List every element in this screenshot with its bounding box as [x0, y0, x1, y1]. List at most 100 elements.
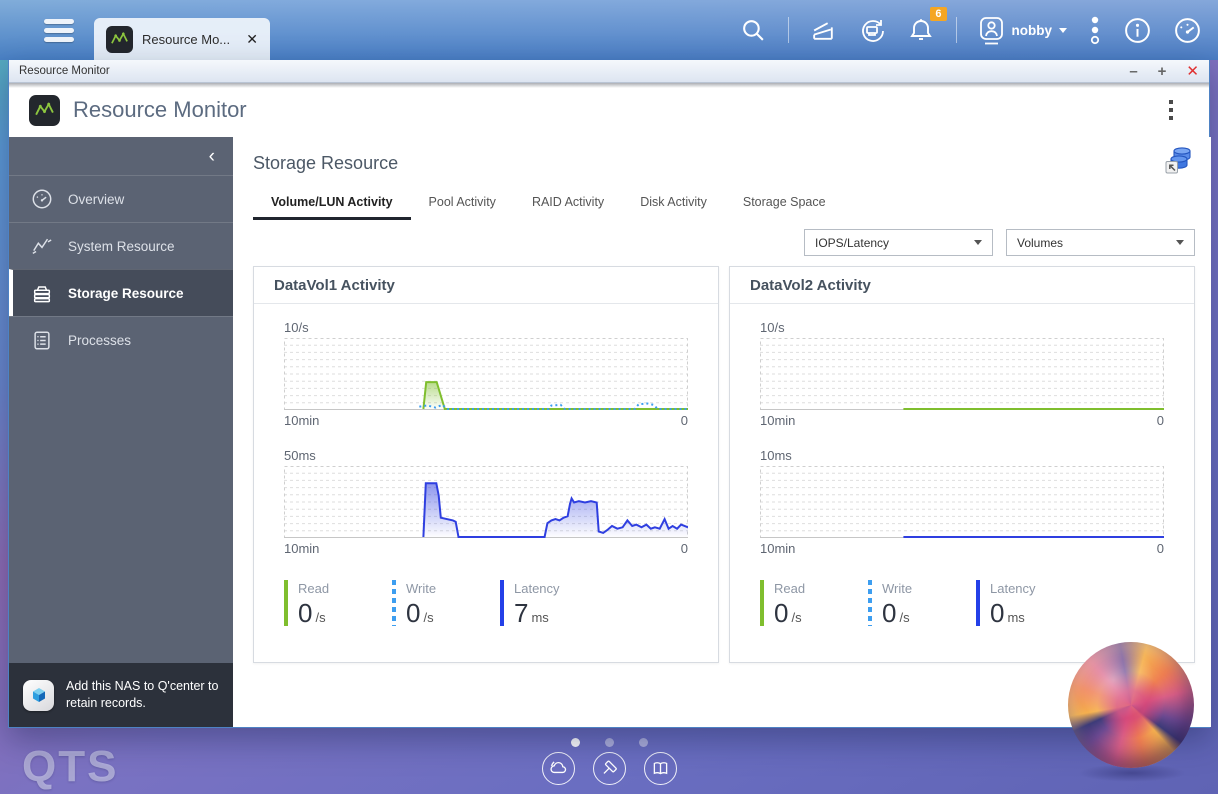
x-axis-right-label: 0	[680, 413, 688, 428]
storage-manager-shortcut-icon[interactable]	[1163, 143, 1195, 180]
maximize-button[interactable]: +	[1158, 64, 1167, 79]
read-legend-bar	[760, 580, 764, 626]
background-tasks-icon[interactable]	[1088, 15, 1102, 45]
metric-select-value: IOPS/Latency	[815, 235, 890, 250]
main-menu-button[interactable]	[44, 18, 74, 42]
write-stat: Write 0/s	[868, 580, 976, 629]
latency-stat: Latency 0 ms	[976, 580, 1084, 629]
disk-stack-icon	[33, 286, 51, 303]
stat-label: Write	[882, 581, 913, 596]
datavol1-activity-card: DataVol1 Activity 10/s 10min 0 50ms 10mi…	[253, 266, 719, 663]
sidebar: ‹ Overview System Resource Storage Resou…	[9, 137, 233, 727]
stat-label: Latency	[514, 581, 560, 596]
user-menu[interactable]: nobby	[978, 16, 1067, 45]
stat-label: Latency	[990, 581, 1036, 596]
chevron-down-icon	[1176, 240, 1184, 245]
latency-scale-label: 10ms	[760, 448, 792, 463]
window-titlebar[interactable]: Resource Monitor – + ✕	[9, 60, 1209, 83]
write-legend-bar	[868, 580, 872, 626]
app-tab-resource-monitor[interactable]: Resource Mo... ✕	[94, 18, 270, 60]
stat-label: Write	[406, 581, 437, 596]
latency-chart	[760, 466, 1164, 538]
file-station-icon[interactable]	[810, 17, 837, 44]
backup-sync-icon[interactable]	[858, 16, 886, 44]
qcenter-notice[interactable]: Add this NAS to Q'center to retain recor…	[9, 663, 233, 727]
page-dot-3[interactable]	[638, 738, 648, 747]
user-avatar-icon	[979, 16, 1003, 44]
stat-value: 0	[990, 598, 1005, 628]
stat-value: 7	[514, 598, 529, 628]
resource-monitor-app-icon	[29, 94, 60, 126]
iops-scale-label: 10/s	[284, 320, 309, 335]
tab-volume-lun-activity[interactable]: Volume/LUN Activity	[253, 188, 411, 220]
latency-scale-label: 50ms	[284, 448, 316, 463]
myqnapcloud-shortcut[interactable]	[541, 752, 575, 785]
qcenter-cube-icon	[23, 679, 54, 711]
page-dot-2[interactable]	[604, 738, 614, 747]
qts-top-bar: Resource Mo... ✕ 6 nobby	[0, 0, 1218, 60]
stat-unit: /s	[791, 610, 802, 625]
iops-chart	[284, 338, 688, 410]
read-stat: Read 0/s	[760, 580, 868, 629]
scope-select-value: Volumes	[1017, 235, 1064, 250]
latency-stat: Latency 7 ms	[500, 580, 608, 629]
window-title: Resource Monitor	[19, 65, 110, 77]
user-name: nobby	[1011, 22, 1053, 38]
process-list-icon	[34, 331, 50, 350]
close-button[interactable]: ✕	[1186, 64, 1199, 79]
dashboard-icon[interactable]	[1173, 16, 1202, 45]
x-axis-left-label: 10min	[760, 541, 796, 556]
page-dot-1[interactable]	[570, 738, 580, 747]
app-options-menu-button[interactable]	[1165, 96, 1177, 124]
sidebar-item-processes[interactable]: Processes	[9, 316, 233, 363]
notification-count-badge: 6	[930, 7, 947, 21]
tab-storage-space[interactable]: Storage Space	[725, 188, 844, 220]
iops-chart	[760, 338, 1164, 410]
tab-pool-activity[interactable]: Pool Activity	[411, 188, 514, 220]
storage-tabs: Volume/LUN Activity Pool Activity RAID A…	[253, 188, 1195, 220]
sidebar-item-label: Processes	[68, 332, 132, 348]
info-icon[interactable]	[1123, 16, 1152, 45]
cloud-icon	[549, 761, 566, 774]
scope-select[interactable]: Volumes	[1006, 229, 1195, 256]
page-title: Storage Resource	[253, 153, 399, 173]
sidebar-item-storage-resource[interactable]: Storage Resource	[9, 269, 233, 316]
sidebar-collapse-icon[interactable]: ‹	[209, 147, 215, 166]
card-title: DataVol1 Activity	[254, 267, 718, 304]
sidebar-item-label: System Resource	[68, 238, 175, 254]
user-caret-icon	[1059, 27, 1067, 33]
app-tab-label: Resource Mo...	[142, 31, 231, 47]
metric-select[interactable]: IOPS/Latency	[804, 229, 993, 256]
notification-bell-icon[interactable]: 6	[907, 7, 947, 44]
open-book-icon	[653, 762, 667, 775]
utilities-shortcut[interactable]	[592, 752, 626, 785]
read-legend-bar	[284, 580, 288, 626]
tab-close-icon[interactable]: ✕	[246, 31, 258, 48]
x-axis-left-label: 10min	[284, 413, 320, 428]
help-manual-shortcut[interactable]	[643, 752, 677, 785]
read-stat: Read 0/s	[284, 580, 392, 629]
topbar-divider	[955, 17, 957, 43]
topbar-divider	[787, 17, 789, 43]
stat-label: Read	[774, 581, 806, 596]
search-icon[interactable]	[740, 17, 767, 44]
stat-unit: ms	[1007, 610, 1025, 625]
sidebar-item-system-resource[interactable]: System Resource	[9, 222, 233, 269]
qcenter-notice-text: Add this NAS to Q'center to retain recor…	[66, 678, 219, 711]
write-legend-bar	[392, 580, 396, 626]
sidebar-item-overview[interactable]: Overview	[9, 175, 233, 222]
iops-scale-label: 10/s	[760, 320, 785, 335]
sidebar-item-label: Overview	[68, 191, 125, 207]
x-axis-right-label: 0	[1156, 541, 1164, 556]
app-title: Resource Monitor	[73, 97, 247, 122]
gauge-icon	[32, 189, 52, 209]
hammer-icon	[602, 760, 617, 774]
card-title: DataVol2 Activity	[730, 267, 1194, 304]
stat-unit: /s	[899, 610, 910, 625]
tab-raid-activity[interactable]: RAID Activity	[514, 188, 622, 220]
stat-value: 0	[774, 598, 789, 628]
tab-disk-activity[interactable]: Disk Activity	[622, 188, 725, 220]
content-pane: Storage Resource Volume/LUN Activity Poo…	[233, 137, 1211, 727]
x-axis-right-label: 0	[680, 541, 688, 556]
minimize-button[interactable]: –	[1129, 64, 1137, 79]
